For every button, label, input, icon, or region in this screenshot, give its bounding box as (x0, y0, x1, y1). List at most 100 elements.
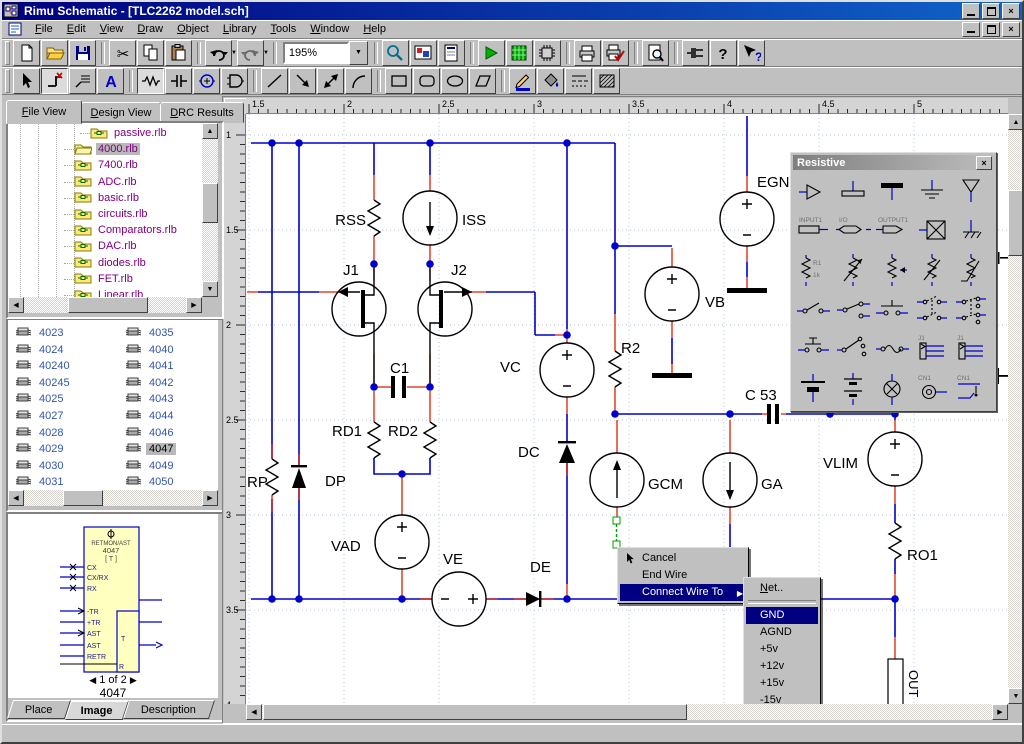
palette-symbol-switch-spst[interactable] (794, 290, 833, 330)
arc-button[interactable] (345, 68, 372, 94)
menu-file[interactable]: File (28, 21, 60, 37)
arrow-line-button[interactable] (289, 68, 316, 94)
palette-symbol-switch-dpst[interactable] (913, 290, 952, 330)
scroll-left-icon[interactable]: ◀ (8, 297, 24, 313)
scroll-down-icon[interactable]: ▼ (202, 281, 218, 297)
scroll-thumb[interactable] (202, 183, 218, 223)
scroll-thumb[interactable] (63, 490, 103, 506)
scroll-thumb[interactable] (263, 704, 687, 720)
part-item-4028[interactable]: 4028 (16, 426, 66, 440)
palette-symbol-port-input[interactable]: INPUT1 (794, 211, 833, 251)
cut-button[interactable]: ✂ (109, 40, 136, 66)
tree-item-DAC-rlb[interactable]: DAC.rlb (74, 238, 139, 254)
palette-symbol-switch-rotary[interactable] (834, 329, 873, 369)
scroll-up-icon[interactable]: ▲ (202, 123, 218, 139)
part-item-4027[interactable]: 4027 (16, 409, 66, 423)
part-item-4040[interactable]: 4040 (126, 343, 176, 357)
menu-help[interactable]: Help (356, 21, 393, 37)
scroll-left-icon[interactable]: ◀ (8, 490, 24, 506)
part-item-4049[interactable]: 4049 (126, 459, 176, 473)
scroll-right-icon[interactable]: ▶ (202, 490, 218, 506)
palette-symbol-switch-spdt[interactable] (834, 290, 873, 330)
print-check-button[interactable] (602, 40, 629, 66)
part-item-4046[interactable]: 4046 (126, 426, 176, 440)
part-item-4047[interactable]: 4047 (126, 442, 176, 456)
fill-button[interactable] (537, 68, 564, 94)
net-label-button[interactable] (69, 68, 96, 94)
palette-symbol-fuse[interactable] (873, 329, 912, 369)
tree-item-Linear-rlb[interactable]: Linear.rlb (74, 287, 145, 297)
paste-button[interactable] (165, 40, 192, 66)
redo-button[interactable] (237, 40, 264, 66)
palette-symbol-connector-j1[interactable]: J1 (913, 329, 952, 369)
part-item-40240[interactable]: 40240 (16, 359, 73, 373)
undo-button[interactable] (205, 40, 232, 66)
tree-item-circuits-rlb[interactable]: circuits.rlb (74, 206, 150, 222)
context-help-button[interactable]: ? (738, 40, 765, 66)
save-button[interactable] (69, 40, 96, 66)
tab-place[interactable]: Place (7, 700, 71, 719)
tree-item-7400-rlb[interactable]: 7400.rlb (74, 157, 140, 173)
palette-symbol-port-io[interactable]: I/O (834, 211, 873, 251)
tab-drc-results[interactable]: DRC Results (160, 102, 244, 123)
part-item-4041[interactable]: 4041 (126, 359, 176, 373)
palette-symbol-resistor[interactable]: R11k (794, 250, 833, 290)
menu-window[interactable]: Window (303, 21, 356, 37)
menu-edit[interactable]: Edit (60, 21, 93, 37)
hatch-button[interactable] (593, 68, 620, 94)
tab-image[interactable]: Image (65, 700, 129, 720)
new-button[interactable] (13, 40, 40, 66)
zoom-value[interactable]: 195% (283, 42, 349, 64)
close-button[interactable]: × (1002, 3, 1020, 19)
minimize-button[interactable] (962, 3, 980, 19)
tree-item-basic-rlb[interactable]: basic.rlb (74, 190, 141, 206)
tree-item-ADC-rlb[interactable]: ADC.rlb (74, 174, 139, 190)
palette-symbol-battery[interactable] (794, 369, 833, 409)
palette-title-bar[interactable]: Resistive (793, 155, 994, 170)
rounded-rectangle-button[interactable] (413, 68, 440, 94)
toolbar-handle[interactable] (5, 69, 10, 93)
scroll-up-icon[interactable]: ▲ (1008, 114, 1024, 130)
palette-symbol-connector-cn1b[interactable]: CN1 (952, 369, 991, 409)
tree-item-4000-rlb[interactable]: 4000.rlb (74, 141, 140, 157)
net-item-agnd[interactable]: AGND (746, 624, 818, 641)
context-menu-item-cancel[interactable]: Cancel (620, 550, 746, 567)
palette-symbol-pushbutton[interactable] (794, 329, 833, 369)
palette-symbol-connector-j1b[interactable]: J1 (952, 329, 991, 369)
palette-symbol-antenna[interactable] (952, 171, 991, 211)
part-item-4025[interactable]: 4025 (16, 392, 66, 406)
palette-symbol-battery-multi[interactable] (834, 369, 873, 409)
double-arrow-button[interactable] (317, 68, 344, 94)
palette-symbol-box-x[interactable] (913, 211, 952, 251)
part-item-4031[interactable]: 4031 (16, 475, 66, 489)
open-button[interactable] (41, 40, 68, 66)
palette-symbol-lamp[interactable] (873, 369, 912, 409)
pager-prev-icon[interactable]: ◀ (89, 675, 96, 685)
part-item-4023[interactable]: 4023 (16, 326, 66, 340)
child-close-button[interactable]: × (1002, 22, 1020, 37)
ellipse-button[interactable] (441, 68, 468, 94)
run-button[interactable] (478, 40, 505, 66)
document-icon[interactable] (8, 22, 24, 36)
palette-symbol-thermistor[interactable] (952, 250, 991, 290)
pager-next-icon[interactable]: ▶ (130, 675, 137, 685)
palette-symbol-resistor-variable[interactable] (834, 250, 873, 290)
sheet-button[interactable] (438, 40, 465, 66)
tree-item-diodes-rlb[interactable]: diodes.rlb (74, 255, 148, 271)
bitmap-export-button[interactable] (410, 40, 437, 66)
zoom-tool-button[interactable] (382, 40, 409, 66)
print-preview-button[interactable] (642, 40, 669, 66)
context-menu-item-end-wire[interactable]: End Wire (620, 567, 746, 584)
tab-design-view[interactable]: Design View (81, 102, 161, 123)
pld-button[interactable] (534, 40, 561, 66)
child-restore-button[interactable] (982, 22, 1000, 37)
palette-symbol-gnd-bar[interactable] (834, 171, 873, 211)
palette-symbol-potentiometer[interactable] (873, 250, 912, 290)
net-item-net[interactable]: Net.. (746, 580, 818, 597)
copy-button[interactable] (137, 40, 164, 66)
schematic-canvas[interactable]: RSS ISS J1 J2 C1 VC RD1 RD2 DC RP DP VAD… (246, 114, 1008, 704)
menu-draw[interactable]: Draw (130, 21, 170, 37)
part-item-4050[interactable]: 4050 (126, 475, 176, 489)
line-button[interactable] (261, 68, 288, 94)
net-item--15v[interactable]: -15v (746, 692, 818, 704)
